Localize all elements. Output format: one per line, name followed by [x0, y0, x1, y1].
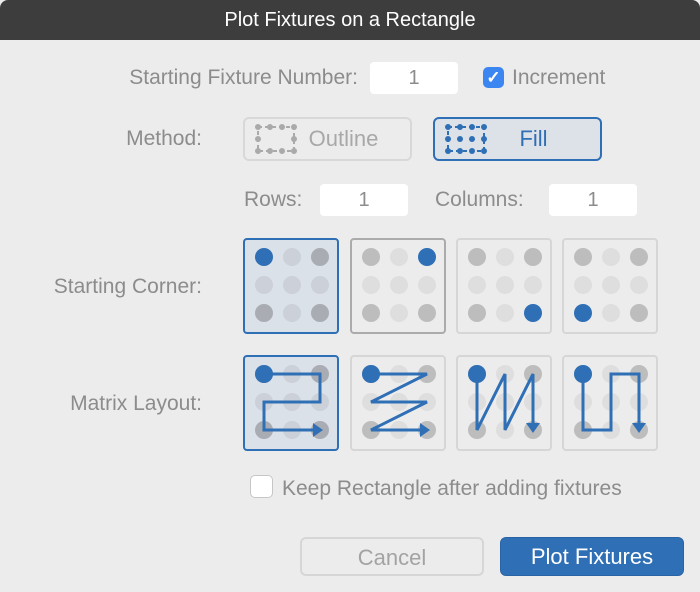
matrix-layout-option[interactable] [243, 355, 339, 451]
outline-rect-icon [255, 124, 297, 154]
columns-input[interactable] [549, 184, 637, 216]
rows-input[interactable] [320, 184, 408, 216]
columns-label: Columns: [435, 188, 524, 211]
method-label: Method: [126, 127, 202, 150]
rows-label: Rows: [244, 188, 303, 211]
cancel-button[interactable]: Cancel [300, 537, 484, 576]
method-outline-button[interactable]: Outline [243, 117, 412, 161]
method-fill-label: Fill [519, 126, 548, 151]
column-snake-layout-icon [574, 365, 648, 439]
plot-fixtures-button[interactable]: Plot Fixtures [500, 537, 684, 576]
keep-rectangle-label: Keep Rectangle after adding fixtures [282, 477, 622, 500]
method-outline-label: Outline [308, 126, 379, 151]
matrix-layout-label: Matrix Layout: [70, 392, 202, 415]
window-title: Plot Fixtures on a Rectangle [0, 0, 700, 40]
matrix-layout-option[interactable] [456, 355, 552, 451]
method-fill-button[interactable]: Fill [433, 117, 602, 161]
row-snake-layout-icon [255, 365, 329, 439]
matrix-layout-option[interactable] [562, 355, 658, 451]
bottom-left-corner-icon [574, 248, 648, 322]
keep-rectangle-checkbox[interactable] [250, 475, 273, 498]
row-zigzag-layout-icon [362, 365, 436, 439]
starting-corner-option[interactable] [350, 238, 446, 334]
starting-corner-option[interactable] [243, 238, 339, 334]
fill-rect-icon [445, 124, 487, 154]
matrix-layout-option[interactable] [350, 355, 446, 451]
starting-corner-label: Starting Corner: [53, 275, 202, 298]
start-number-label: Starting Fixture Number: [129, 66, 358, 89]
starting-corner-option[interactable] [562, 238, 658, 334]
top-left-corner-icon [255, 248, 329, 322]
increment-label: Increment [512, 66, 606, 89]
column-zigzag-layout-icon [468, 365, 542, 439]
top-right-corner-icon [362, 248, 436, 322]
starting-corner-option[interactable] [456, 238, 552, 334]
bottom-right-corner-icon [468, 248, 542, 322]
increment-checkbox[interactable]: ✓ [483, 67, 504, 88]
start-number-input[interactable] [370, 62, 458, 94]
